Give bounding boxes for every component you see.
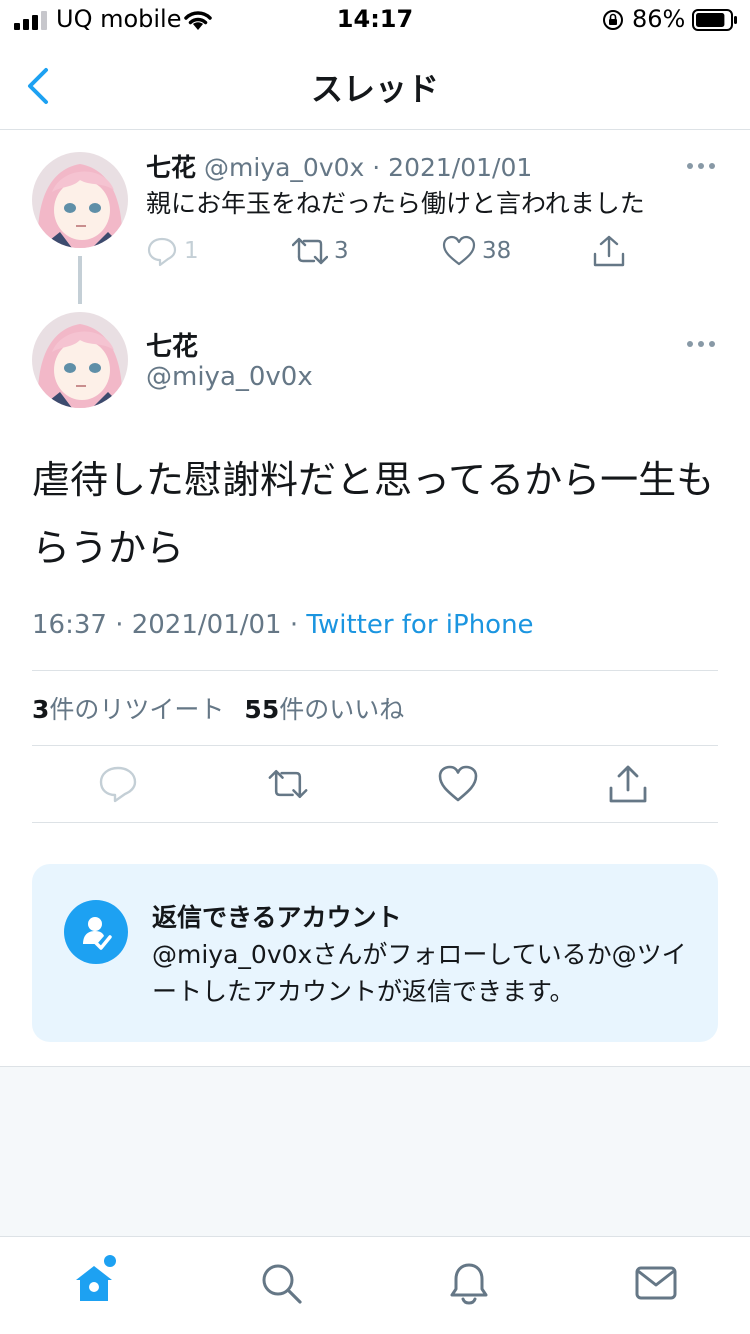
retweet-count: 3 [334, 238, 349, 264]
likes-label: 件のいいね [279, 695, 405, 724]
share-icon [593, 235, 625, 267]
heart-icon [442, 235, 476, 266]
more-options-button[interactable] [686, 339, 716, 349]
parent-tweet-text: 親にお年玉をねだったら働けと言われました [146, 189, 645, 218]
page-title: スレッド [310, 70, 439, 108]
author-handle-date: @miya_0v0x · 2021/01/01 [204, 153, 533, 182]
thread-connector [78, 256, 82, 304]
messages-icon[interactable] [634, 1261, 678, 1305]
author-name[interactable]: 七花 [146, 326, 198, 363]
search-icon[interactable] [259, 1261, 303, 1305]
likes-number: 55 [244, 695, 280, 724]
battery-icon [692, 9, 737, 31]
reply-count: 1 [184, 238, 199, 264]
reply-button[interactable]: 1 [146, 228, 199, 274]
retweets-label: 件のリツイート [49, 695, 225, 724]
avatar[interactable] [32, 312, 128, 408]
notifications-icon[interactable] [447, 1261, 491, 1305]
tweet-actions [32, 746, 718, 822]
tweet-source-link[interactable]: Twitter for iPhone [306, 610, 533, 640]
rotation-lock-icon [603, 10, 623, 30]
author-name[interactable]: 七花 [146, 153, 196, 182]
reply-restriction-icon [64, 900, 128, 964]
timestamp-text: 16:37 · 2021/01/01 · [32, 610, 307, 640]
likes-stat[interactable]: 55件のいいね [244, 695, 404, 724]
retweets-stat[interactable]: 3件のリツイート [32, 695, 224, 724]
share-button[interactable] [592, 228, 626, 274]
retweet-button[interactable]: 3 [292, 228, 349, 274]
empty-area [0, 1066, 750, 1236]
tweet-timestamp: 16:37 · 2021/01/01 · Twitter for iPhone [32, 610, 534, 640]
reply-restriction-title: 返信できるアカウント [152, 903, 402, 932]
like-count: 38 [482, 238, 512, 264]
avatar[interactable] [32, 152, 128, 248]
home-icon[interactable] [72, 1261, 116, 1305]
retweets-number: 3 [32, 695, 50, 724]
retweet-icon [292, 237, 328, 265]
retweet-button[interactable] [268, 764, 308, 804]
reply-restriction-body: @miya_0v0xさんがフォローしているか@ツイートしたアカウントが返信できま… [152, 940, 687, 1006]
share-button[interactable] [608, 764, 648, 804]
nav-bar: スレッド [0, 42, 750, 130]
like-button[interactable] [438, 764, 478, 804]
like-button[interactable]: 38 [442, 228, 511, 274]
tab-bar [0, 1236, 750, 1334]
battery-percent: 86% [632, 5, 686, 33]
reply-restriction-card: 返信できるアカウント @miya_0v0xさんがフォローしているか@ツイートした… [32, 864, 718, 1042]
divider [32, 670, 718, 671]
parent-tweet-actions: 1 3 38 [146, 228, 706, 274]
new-content-dot [104, 1255, 116, 1267]
status-bar: UQ mobile 14:17 86% [0, 0, 750, 42]
divider [32, 822, 718, 823]
reply-button[interactable] [98, 764, 138, 804]
tweet-stats: 3件のリツイート 55件のいいね [32, 690, 404, 726]
parent-tweet-header: 七花 @miya_0v0x · 2021/01/01 [146, 148, 532, 184]
reply-icon [147, 237, 177, 267]
more-options-button[interactable] [686, 161, 716, 171]
tweet-text: 虐待した慰謝料だと思ってるから一生もらうから [32, 458, 715, 570]
author-handle[interactable]: @miya_0v0x [146, 362, 313, 392]
